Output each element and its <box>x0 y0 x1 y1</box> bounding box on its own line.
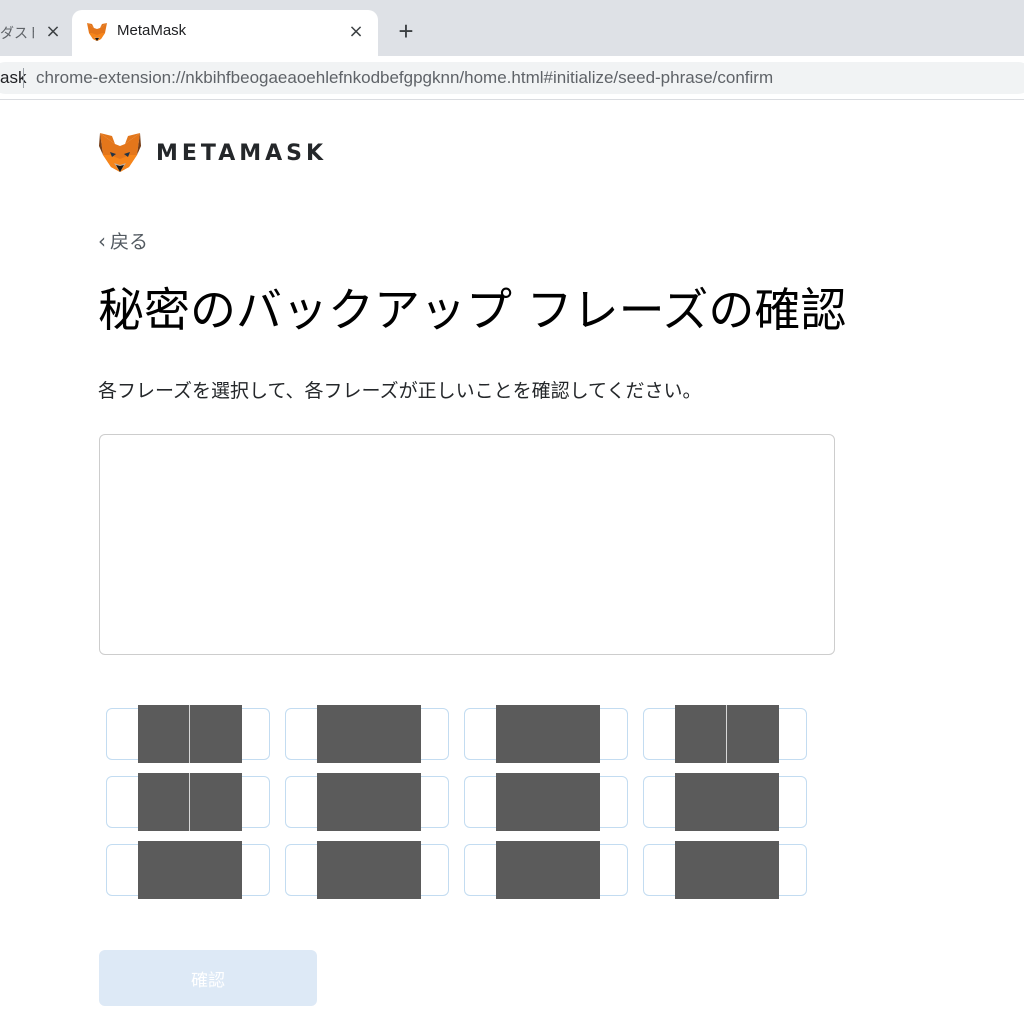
tab-title: MetaMask <box>117 22 187 39</box>
redaction-mask <box>138 841 242 899</box>
redaction-mask <box>496 705 600 763</box>
address-url[interactable]: chrome-extension://nkbihfbeogaeaoehlefnk… <box>36 68 773 88</box>
seed-word-chip[interactable] <box>285 705 449 763</box>
metamask-fox-icon <box>87 23 107 41</box>
new-tab-plus-icon[interactable]: + <box>393 18 419 44</box>
redaction-mask <box>496 773 600 831</box>
address-bar[interactable]: ask chrome-extension://nkbihfbeogaeaoehl… <box>0 62 1024 94</box>
redaction-mask <box>675 705 779 763</box>
metamask-fox-icon <box>99 133 141 172</box>
seed-word-chip[interactable] <box>285 773 449 831</box>
seed-word-chip[interactable] <box>643 841 807 899</box>
seed-word-chip[interactable] <box>106 841 270 899</box>
redaction-mask <box>675 841 779 899</box>
chevron-left-icon: ‹ <box>98 228 106 253</box>
seed-word-chip[interactable] <box>643 705 807 763</box>
seed-word-chip[interactable] <box>285 841 449 899</box>
redaction-mask <box>496 841 600 899</box>
page-title: 秘密のバックアップ フレーズの確認 <box>98 283 847 337</box>
redaction-mask <box>317 773 421 831</box>
metamask-wordmark: METAMASK <box>156 141 328 166</box>
redaction-mask <box>138 705 242 763</box>
seed-word-chip[interactable] <box>464 705 628 763</box>
tab-close-icon[interactable]: × <box>44 21 62 43</box>
browser-tab-strip: ダスト × MetaMask × + <box>0 0 1024 56</box>
selected-phrase-area[interactable] <box>99 434 835 655</box>
instruction-text: 各フレーズを選択して、各フレーズが正しいことを確認してください。 <box>98 380 702 402</box>
seed-word-chip[interactable] <box>106 705 270 763</box>
back-link-label: 戻る <box>110 231 149 253</box>
confirm-button[interactable]: 確認 <box>99 950 317 1006</box>
back-link[interactable]: ‹ 戻る <box>98 227 148 254</box>
redaction-mask <box>317 705 421 763</box>
seed-word-chip[interactable] <box>106 773 270 831</box>
tab-close-icon[interactable]: × <box>346 21 366 43</box>
redaction-mask <box>317 841 421 899</box>
seed-word-chip[interactable] <box>464 773 628 831</box>
tab-inactive[interactable]: ダスト × <box>0 10 72 56</box>
address-separator <box>23 68 24 88</box>
tab-metamask[interactable]: MetaMask × <box>72 10 378 56</box>
browser-toolbar: ask chrome-extension://nkbihfbeogaeaoehl… <box>0 56 1024 100</box>
redaction-mask <box>675 773 779 831</box>
tab-title: ダスト <box>0 26 34 42</box>
redaction-mask <box>138 773 242 831</box>
word-chip-grid <box>106 705 810 902</box>
seed-word-chip[interactable] <box>464 841 628 899</box>
seed-word-chip[interactable] <box>643 773 807 831</box>
